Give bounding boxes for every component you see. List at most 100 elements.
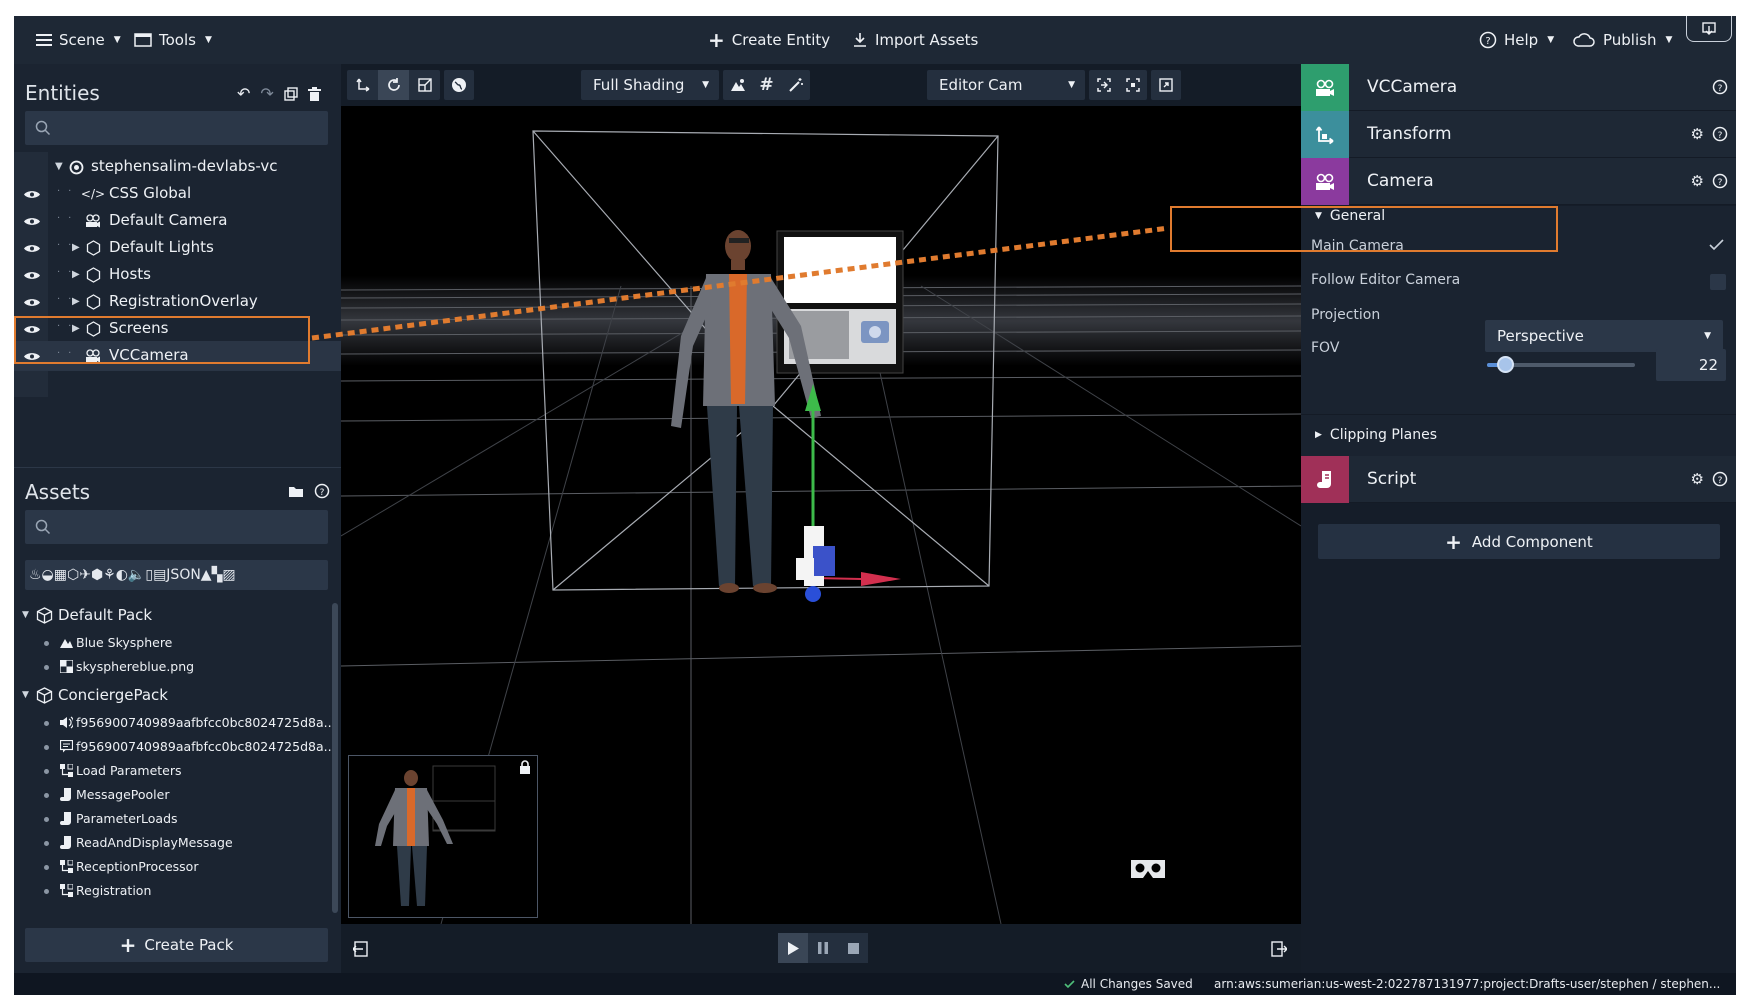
camera-select[interactable]: Editor Cam ▼ (927, 70, 1085, 100)
world-space-toggle[interactable] (444, 70, 474, 100)
asset-item-row[interactable]: ReadAndDisplayMessage (14, 831, 334, 855)
add-component-button[interactable]: + Add Component (1318, 524, 1720, 559)
focus-selected-button[interactable] (1089, 70, 1118, 100)
help-icon[interactable]: ? (1712, 471, 1728, 487)
help-icon[interactable]: ? (1712, 126, 1728, 142)
chevron-right-icon[interactable]: ▶ (72, 323, 80, 334)
entity-row[interactable]: ▼ stephensalim-devlabs-vc (14, 152, 341, 182)
save-status: All Changes Saved (1064, 977, 1193, 991)
chevron-right-icon[interactable]: ▶ (72, 296, 80, 307)
environment-toggle[interactable] (723, 70, 752, 100)
assets-scrollbar[interactable] (332, 603, 338, 913)
fov-input[interactable]: 22 (1656, 349, 1726, 381)
fov-slider[interactable] (1487, 356, 1635, 373)
projection-select[interactable]: Perspective ▼ (1485, 320, 1723, 352)
chevron-down-icon[interactable]: ▼ (22, 690, 29, 700)
asset-item-row[interactable]: Registration (14, 879, 334, 903)
tree-guide-dots: ·· (57, 348, 80, 359)
undo-icon[interactable]: ↶ (237, 84, 250, 103)
create-pack-button[interactable]: + Create Pack (25, 928, 328, 962)
main-camera-row[interactable]: Main Camera (1301, 226, 1736, 266)
eye-icon[interactable] (24, 244, 40, 253)
chevron-right-icon[interactable]: ▶ (72, 242, 80, 253)
shading-select[interactable]: Full Shading ▼ (581, 70, 719, 100)
checkmark-icon[interactable] (1709, 239, 1724, 251)
rotate-tool[interactable] (378, 70, 409, 100)
pause-button[interactable] (808, 933, 838, 963)
eye-icon[interactable] (24, 190, 40, 199)
grid-toggle[interactable]: # (752, 70, 781, 100)
fov-slider-handle[interactable] (1496, 356, 1514, 373)
trash-icon[interactable] (307, 86, 321, 101)
follow-editor-camera-checkbox[interactable] (1710, 274, 1726, 290)
redo-icon[interactable]: ↷ (260, 84, 273, 103)
clipping-planes-section[interactable]: ▶ Clipping Planes (1301, 414, 1736, 456)
asset-item-row[interactable]: ReceptionProcessor (14, 855, 334, 879)
chevron-right-icon[interactable]: ▶ (72, 269, 80, 280)
tools-menu[interactable]: Tools ▼ (134, 16, 212, 64)
asset-item-row[interactable]: Blue Skysphere (14, 631, 334, 655)
save-status-label: All Changes Saved (1081, 977, 1193, 991)
component-tools: ⚙? (1691, 173, 1728, 189)
asset-item-row[interactable]: Load Parameters (14, 759, 334, 783)
exit-left-icon[interactable] (353, 941, 369, 957)
effects-toggle[interactable] (781, 70, 810, 100)
asset-item-row[interactable]: skysphereblue.png (14, 655, 334, 679)
chevron-down-icon[interactable]: ▼ (55, 161, 63, 172)
help-icon[interactable]: ? (314, 483, 330, 499)
export-button[interactable] (1686, 16, 1732, 42)
asset-item-row[interactable]: f956900740989aafbfcc0bc8024725d8a... (14, 735, 336, 759)
play-button[interactable] (778, 933, 808, 963)
translate-tool[interactable] (347, 70, 378, 100)
component-header-transform[interactable]: Transform ⚙? (1301, 111, 1736, 158)
asset-item-row[interactable]: f956900740989aafbfcc0bc8024725d8a... (14, 711, 336, 735)
help-icon[interactable]: ? (1712, 79, 1728, 95)
entity-row[interactable]: ·· Default Camera (14, 206, 341, 236)
entity-row[interactable]: ·· ▶ Hosts (14, 260, 341, 290)
eye-icon[interactable] (24, 298, 40, 307)
asset-pack-row[interactable]: ▼ ConciergePack (14, 683, 334, 709)
asset-pack-row[interactable]: ▼ Default Pack (14, 603, 334, 629)
help-menu[interactable]: ? Help ▼ (1479, 16, 1554, 64)
import-assets-button[interactable]: Import Assets (852, 16, 978, 64)
gear-icon[interactable]: ⚙ (1691, 173, 1704, 189)
entity-header[interactable]: VCCamera ? (1301, 64, 1736, 111)
entity-row[interactable]: ·· ▶ RegistrationOverlay (14, 287, 341, 317)
gear-icon[interactable]: ⚙ (1691, 126, 1704, 142)
folder-icon[interactable] (288, 485, 304, 498)
help-icon[interactable]: ? (1712, 173, 1728, 189)
chevron-down-icon[interactable]: ▼ (22, 610, 29, 620)
frame-all-button[interactable] (1118, 70, 1147, 100)
component-header-camera[interactable]: Camera ⚙? (1301, 158, 1736, 205)
create-entity-button[interactable]: + Create Entity (708, 16, 830, 64)
gear-icon[interactable]: ⚙ (1691, 471, 1704, 487)
entity-row[interactable]: ·· VCCamera (14, 341, 341, 371)
assets-search-input[interactable] (25, 510, 328, 544)
general-section-header[interactable]: ▼ General (1315, 208, 1385, 224)
entity-row[interactable]: ·· </> CSS Global (14, 179, 341, 209)
duplicate-icon[interactable] (284, 86, 298, 101)
asset-item-row[interactable]: MessagePooler (14, 783, 334, 807)
fullscreen-button[interactable] (1151, 70, 1181, 100)
scene-menu[interactable]: Scene ▼ (36, 16, 121, 64)
entities-search-input[interactable] (25, 111, 328, 145)
follow-editor-camera-row[interactable]: Follow Editor Camera (1301, 266, 1736, 298)
assets-toolbar: ? (288, 483, 330, 499)
eye-icon[interactable] (24, 352, 40, 361)
component-header-script[interactable]: Script ⚙? (1301, 456, 1736, 503)
scale-tool[interactable] (409, 70, 440, 100)
entity-row[interactable]: ·· ▶ Screens (14, 314, 341, 344)
scene-viewport[interactable]: Full Shading ▼ # Editor Cam ▼ (341, 64, 1301, 973)
lock-icon[interactable] (519, 760, 531, 774)
exit-right-icon[interactable] (1271, 941, 1287, 957)
entity-row[interactable]: ·· ▶ Default Lights (14, 233, 341, 263)
stop-button[interactable] (838, 933, 868, 963)
asset-type-filter-bar[interactable]: ♨◒▦⬡✈⬢⚘◐🔈▯▤JSON▲▚▨ (25, 560, 328, 590)
chevron-down-icon: ▼ (1315, 211, 1322, 221)
playback-bar (341, 924, 1301, 973)
eye-icon[interactable] (24, 325, 40, 334)
eye-icon[interactable] (24, 271, 40, 280)
eye-icon[interactable] (24, 217, 40, 226)
publish-menu[interactable]: Publish ▼ (1572, 16, 1672, 64)
asset-item-row[interactable]: ParameterLoads (14, 807, 334, 831)
